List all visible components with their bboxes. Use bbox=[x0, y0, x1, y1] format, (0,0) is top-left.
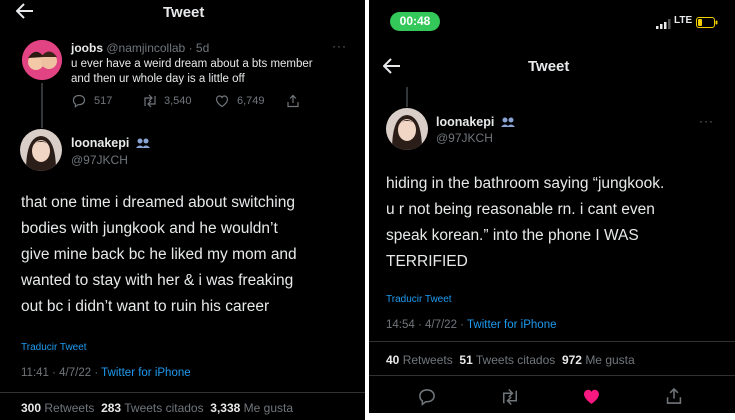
author-handle: @97JKCH bbox=[436, 131, 493, 145]
reply-text-line2: and then ur whole day is a little off bbox=[71, 73, 245, 85]
network-label: LTE bbox=[674, 15, 693, 26]
more-options-icon[interactable]: ··· bbox=[332, 39, 347, 53]
people-icon bbox=[500, 116, 516, 131]
right-screenshot: 00:48 LTE Tweet loonakepi @97JKCH ··· hi… bbox=[369, 0, 735, 413]
tweet-line: bodies with jungkook and he wouldn’t bbox=[21, 220, 278, 237]
reply-count: 517 bbox=[94, 95, 113, 107]
tweet-line: TERRIFIED bbox=[386, 253, 468, 270]
tweet-source[interactable]: Twitter for iPhone bbox=[467, 319, 556, 331]
reply-time: · 5d bbox=[188, 41, 210, 55]
author-name-text[interactable]: loonakepi bbox=[71, 136, 129, 150]
translate-link[interactable]: Traducir Tweet bbox=[21, 342, 87, 353]
tweet-meta: 11:41 · 4/7/22 · Twitter for iPhone bbox=[21, 367, 191, 379]
divider bbox=[369, 375, 735, 376]
liked-heart-icon[interactable] bbox=[582, 387, 601, 411]
back-arrow-icon[interactable] bbox=[382, 58, 401, 79]
battery-icon bbox=[696, 15, 718, 33]
divider bbox=[0, 392, 365, 393]
avatar-joobs[interactable] bbox=[22, 40, 62, 80]
tweet-line: wanted to stay with her & i was freaking bbox=[21, 272, 294, 289]
thread-line bbox=[41, 83, 43, 128]
tweet-body: hiding in the bathroom saying “jungkook.… bbox=[386, 171, 664, 275]
back-arrow-icon[interactable] bbox=[15, 3, 34, 24]
translate-link[interactable]: Traducir Tweet bbox=[386, 294, 452, 305]
reply-handle: @namjincollab bbox=[106, 41, 186, 55]
tweet-meta: 14:54 · 4/7/22 · Twitter for iPhone bbox=[386, 319, 556, 331]
author-name-text[interactable]: loonakepi bbox=[436, 115, 494, 129]
avatar-loonakepi[interactable] bbox=[20, 129, 62, 171]
like-icon[interactable] bbox=[215, 94, 229, 108]
retweets-stat[interactable]: 40 Retweets bbox=[386, 353, 453, 367]
retweet-count: 3,540 bbox=[164, 95, 192, 107]
tweet-line: speak korean.” into the phone I WAS bbox=[386, 227, 639, 244]
thread-line bbox=[406, 87, 408, 107]
quotes-stat[interactable]: 51 Tweets citados bbox=[459, 353, 555, 367]
tweet-timestamp: 14:54 · 4/7/22 · bbox=[386, 319, 464, 331]
comment-icon[interactable] bbox=[72, 94, 86, 108]
author-handle: @97JKCH bbox=[71, 153, 128, 167]
retweets-stat[interactable]: 300 Retweets bbox=[21, 401, 94, 415]
reply-name[interactable]: joobs bbox=[71, 41, 103, 55]
left-screenshot: Tweet joobs @namjincollab · 5d ··· u eve… bbox=[0, 0, 365, 420]
tweet-source[interactable]: Twitter for iPhone bbox=[101, 367, 190, 379]
tweet-line: u r not being reasonable rn. i cant even bbox=[386, 201, 655, 218]
quotes-stat[interactable]: 283 Tweets citados bbox=[101, 401, 204, 415]
tweet-line: hiding in the bathroom saying “jungkook. bbox=[386, 175, 665, 192]
author-name: loonakepi bbox=[71, 136, 151, 152]
status-clock: 00:48 bbox=[390, 12, 440, 31]
likes-stat[interactable]: 972 Me gusta bbox=[562, 353, 635, 367]
comment-icon[interactable] bbox=[418, 388, 436, 411]
page-title: Tweet bbox=[528, 58, 570, 75]
author-name: loonakepi bbox=[436, 115, 516, 131]
likes-stat[interactable]: 3,338 Me gusta bbox=[210, 401, 293, 415]
tweet-timestamp: 11:41 · 4/7/22 · bbox=[21, 367, 99, 379]
reply-author: joobs @namjincollab · 5d bbox=[71, 41, 209, 55]
tweet-line: out bc i didn’t want to ruin his career bbox=[21, 298, 270, 315]
share-icon[interactable] bbox=[286, 94, 300, 108]
tweet-line: that one time i dreamed about switching bbox=[21, 194, 295, 211]
reply-text-line1: u ever have a weird dream about a bts me… bbox=[71, 58, 313, 70]
more-options-icon[interactable]: ··· bbox=[699, 114, 714, 128]
like-count: 6,749 bbox=[237, 95, 265, 107]
divider bbox=[369, 341, 735, 342]
signal-icon bbox=[656, 16, 672, 34]
retweet-icon[interactable] bbox=[500, 388, 520, 411]
retweet-icon[interactable] bbox=[142, 94, 158, 108]
tweet-line: give mine back bc he liked my mom and bbox=[21, 246, 297, 263]
tweet-stats: 40 Retweets 51 Tweets citados 972 Me gus… bbox=[386, 353, 635, 367]
share-icon[interactable] bbox=[665, 387, 683, 410]
people-icon bbox=[135, 137, 151, 152]
tweet-body: that one time i dreamed about switching … bbox=[21, 190, 297, 320]
avatar-loonakepi[interactable] bbox=[386, 108, 428, 150]
tweet-stats: 300 Retweets 283 Tweets citados 3,338 Me… bbox=[21, 401, 293, 415]
page-title: Tweet bbox=[163, 4, 205, 21]
